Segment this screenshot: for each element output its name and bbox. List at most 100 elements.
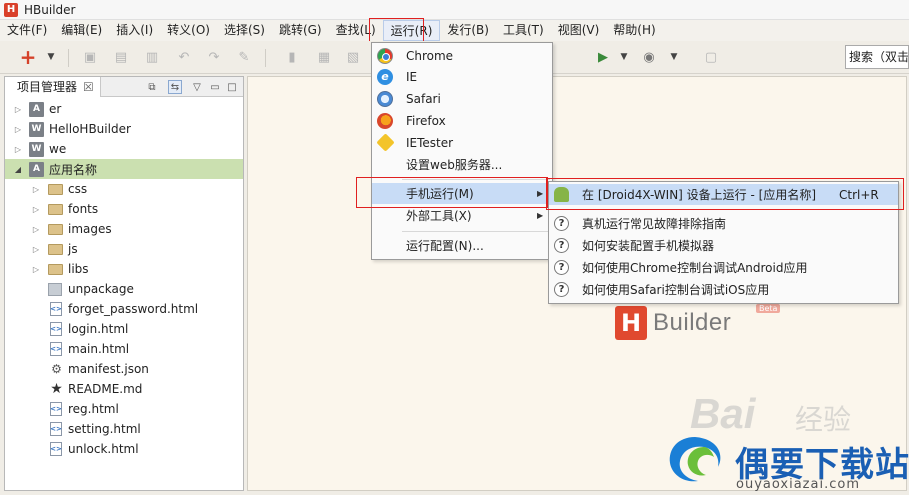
tree-file[interactable]: <> reg.html [5, 399, 243, 419]
menu-item-label: 如何使用Chrome控制台调试Android应用 [582, 261, 808, 275]
folder-icon [48, 243, 63, 255]
tree-folder-images[interactable]: ▷ images [5, 219, 243, 239]
html-file-icon: <> [50, 322, 62, 336]
expand-arrow-icon[interactable]: ▷ [13, 125, 23, 134]
tree-project-er[interactable]: ▷ A er [5, 99, 243, 119]
project-manager-panel: 项目管理器 ☒ ⧉ ⇆ ▽ ▭ □ ▷ A er ▷ W HelloHBuilde… [4, 76, 244, 491]
tree-file[interactable]: ★ README.md [5, 379, 243, 399]
run-dropdown-icon[interactable]: ▼ [619, 49, 629, 65]
run-menu-item-ie[interactable]: e IE [372, 66, 552, 87]
run-menu-item-firefox[interactable]: Firefox [372, 110, 552, 131]
expand-arrow-icon[interactable]: ▷ [13, 145, 23, 154]
redo-icon[interactable]: ↷ [206, 49, 222, 65]
collapse-all-icon[interactable]: ⧉ [145, 80, 159, 94]
outline-icon[interactable]: ▦ [316, 49, 332, 65]
project-manager-tab[interactable]: 项目管理器 ☒ [5, 77, 101, 97]
expand-arrow-icon[interactable]: ▷ [31, 265, 41, 274]
run-menu-item-chrome[interactable]: Chrome [372, 45, 552, 66]
folder-icon [48, 183, 63, 195]
run-menu-item-external-tools[interactable]: 外部工具(X) ▶ [372, 205, 552, 226]
tree-file[interactable]: ⚙ manifest.json [5, 359, 243, 379]
tree-label: unlock.html [68, 442, 139, 456]
tree-project-app-name[interactable]: ◢ A 应用名称 [5, 159, 243, 179]
toolbar-separator [68, 49, 69, 67]
web-project-icon: W [29, 121, 44, 137]
expand-arrow-icon[interactable]: ▷ [31, 205, 41, 214]
submenu-arrow-icon: ▶ [537, 211, 544, 220]
menu-file[interactable]: 文件(F) [0, 20, 54, 41]
new-icon[interactable]: + [20, 45, 37, 69]
folder-icon [48, 203, 63, 215]
menu-publish[interactable]: 发行(B) [440, 20, 496, 41]
bookmark-icon[interactable]: ▮ [284, 49, 300, 65]
menu-item-label: Safari [406, 91, 441, 106]
tree-project-we[interactable]: ▷ W we [5, 139, 243, 159]
settings-dropdown-icon[interactable]: ▼ [669, 49, 679, 65]
submenu-item-safari-debug-guide[interactable]: ? 如何使用Safari控制台调试iOS应用 [549, 279, 898, 300]
menu-item-label: IETester [406, 135, 454, 150]
menu-tools[interactable]: 工具(T) [496, 20, 551, 41]
menu-goto[interactable]: 跳转(G) [272, 20, 329, 41]
comment-icon[interactable]: ▢ [703, 49, 719, 65]
minimize-icon[interactable]: ▭ [208, 80, 222, 94]
tree-file[interactable]: <> forget_password.html [5, 299, 243, 319]
collapse-arrow-icon[interactable]: ◢ [13, 165, 23, 174]
help-icon: ? [554, 216, 569, 231]
json-gear-icon: ⚙ [51, 362, 62, 376]
close-icon[interactable]: ☒ [83, 80, 94, 94]
submenu-item-emulator-guide[interactable]: ? 如何安装配置手机模拟器 [549, 235, 898, 256]
tree-folder-libs[interactable]: ▷ libs [5, 259, 243, 279]
run-menu-item-web-server[interactable]: 设置web服务器... [372, 154, 552, 175]
maximize-icon[interactable]: □ [225, 80, 239, 94]
expand-arrow-icon[interactable]: ▷ [31, 185, 41, 194]
save-icon[interactable]: ▣ [82, 49, 98, 65]
save-all-icon[interactable]: ▤ [113, 49, 129, 65]
menu-escape[interactable]: 转义(O) [160, 20, 217, 41]
tree-folder-fonts[interactable]: ▷ fonts [5, 199, 243, 219]
tree-file[interactable]: <> unlock.html [5, 439, 243, 459]
menu-insert[interactable]: 插入(I) [109, 20, 160, 41]
baidu-watermark: Bai [690, 390, 756, 437]
site-logo-icon [669, 437, 721, 482]
tree-label: HelloHBuilder [49, 122, 131, 136]
run-menu-item-safari[interactable]: Safari [372, 88, 552, 109]
menu-select[interactable]: 选择(S) [217, 20, 272, 41]
tree-file[interactable]: <> main.html [5, 339, 243, 359]
format-icon[interactable]: ✎ [236, 49, 252, 65]
submenu-item-chrome-debug-guide[interactable]: ? 如何使用Chrome控制台调试Android应用 [549, 257, 898, 278]
tree-label: reg.html [68, 402, 119, 416]
hbuilder-badge: H [615, 306, 647, 340]
tree-folder-js[interactable]: ▷ js [5, 239, 243, 259]
tree-file[interactable]: <> setting.html [5, 419, 243, 439]
view-menu-icon[interactable]: ▽ [190, 80, 204, 94]
run-menu-item-run-config[interactable]: 运行配置(N)... [372, 235, 552, 256]
chrome-icon [377, 47, 393, 64]
toolbar-separator [265, 49, 266, 67]
tree-folder-unpackage[interactable]: unpackage [5, 279, 243, 299]
run-file-icon[interactable]: ▶ [595, 49, 611, 65]
tree-label: fonts [68, 202, 99, 216]
expand-arrow-icon[interactable]: ▷ [13, 105, 23, 114]
print-icon[interactable]: ▥ [144, 49, 160, 65]
new-dropdown-icon[interactable]: ▼ [46, 49, 56, 65]
hbuilder-brand-logo: H Builder [615, 305, 731, 341]
menu-help[interactable]: 帮助(H) [606, 20, 662, 41]
safari-icon [377, 90, 393, 107]
tree-folder-css[interactable]: ▷ css [5, 179, 243, 199]
expand-arrow-icon[interactable]: ▷ [31, 225, 41, 234]
menu-edit[interactable]: 编辑(E) [54, 20, 109, 41]
compare-icon[interactable]: ▧ [345, 49, 361, 65]
link-editor-icon[interactable]: ⇆ [168, 80, 182, 94]
expand-arrow-icon[interactable]: ▷ [31, 245, 41, 254]
tree-project-hellohbuilder[interactable]: ▷ W HelloHBuilder [5, 119, 243, 139]
run-menu-item-ietester[interactable]: IETester [372, 132, 552, 153]
hbuilder-logo-icon: H [4, 2, 18, 17]
menu-item-label: Chrome [406, 48, 454, 63]
undo-icon[interactable]: ↶ [176, 49, 192, 65]
settings-icon[interactable]: ◉ [641, 49, 657, 65]
search-input[interactable]: 搜索（双击 [845, 45, 909, 69]
tree-file[interactable]: <> login.html [5, 319, 243, 339]
menu-view[interactable]: 视图(V) [551, 20, 607, 41]
submenu-item-troubleshoot-guide[interactable]: ? 真机运行常见故障排除指南 [549, 213, 898, 234]
html-file-icon: <> [50, 402, 62, 416]
